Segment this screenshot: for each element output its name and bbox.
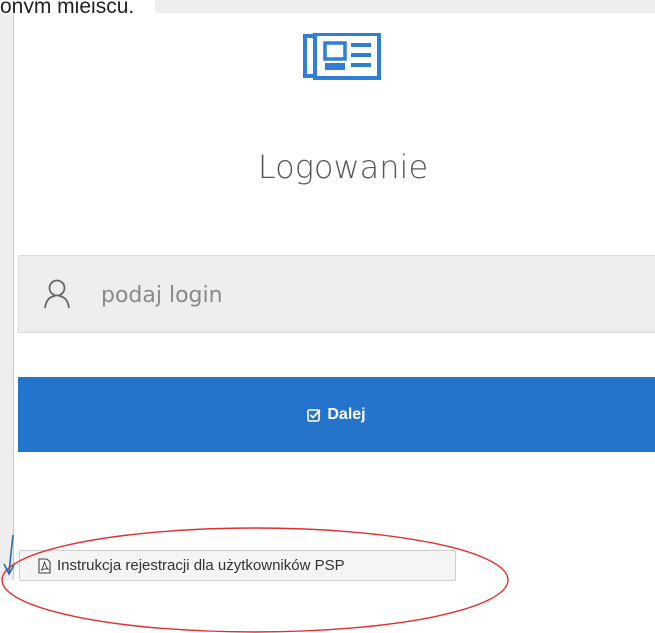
top-frame-strip bbox=[155, 0, 655, 13]
left-frame-strip bbox=[0, 14, 13, 580]
check-square-icon bbox=[307, 408, 322, 422]
page-title: Logowanie bbox=[257, 148, 429, 186]
instruction-pdf-label: Instrukcja rejestracji dla użytkowników … bbox=[57, 557, 345, 574]
next-button[interactable]: Dalej bbox=[18, 377, 655, 452]
newspaper-icon bbox=[303, 33, 381, 80]
instruction-pdf-button[interactable]: Instrukcja rejestracji dla użytkowników … bbox=[19, 550, 456, 581]
file-pdf-icon bbox=[38, 557, 51, 574]
login-field[interactable] bbox=[18, 255, 655, 333]
next-button-label: Dalej bbox=[327, 405, 366, 423]
user-icon bbox=[44, 279, 70, 309]
login-input[interactable] bbox=[99, 274, 623, 316]
